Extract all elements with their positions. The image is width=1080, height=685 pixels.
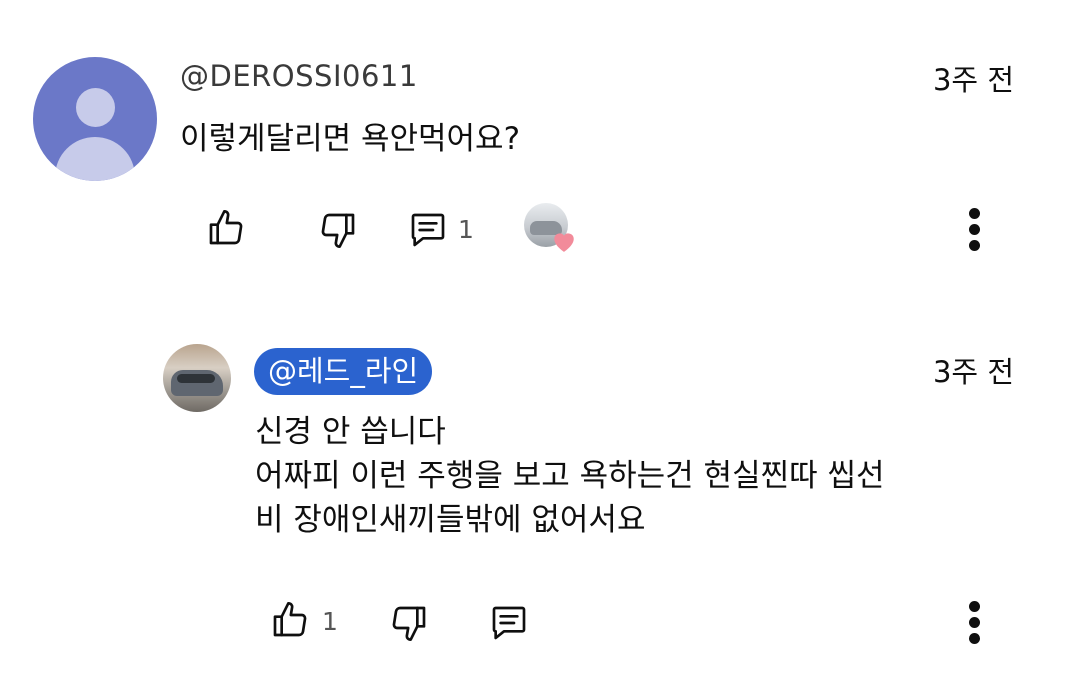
like-count: 1 <box>322 607 338 636</box>
avatar-head-shape <box>76 88 115 127</box>
comment-timestamp: 3주 전 <box>932 63 1014 97</box>
more-options-icon[interactable] <box>969 208 981 256</box>
reply-text-line: 신경 안 씁니다 <box>255 414 446 450</box>
more-options-icon[interactable] <box>969 601 981 649</box>
car-windshield <box>177 374 215 383</box>
reply-author-avatar[interactable] <box>163 344 231 412</box>
thumbs-up-icon[interactable] <box>270 600 310 640</box>
comment-author-handle[interactable]: @DEROSSI0611 <box>180 58 418 94</box>
avatar-body-shape <box>55 137 135 181</box>
reply-text: 신경 안 씁니다 어짜피 이런 주행을 보고 욕하는건 현실찐따 씹선 비 장애… <box>255 410 885 542</box>
comment-icon[interactable] <box>407 210 449 250</box>
reply-text-line: 어짜피 이런 주행을 보고 욕하는건 현실찐따 씹선 <box>255 458 885 494</box>
thumbs-up-icon[interactable] <box>206 208 246 248</box>
thumbs-down-icon[interactable] <box>389 603 429 643</box>
comment-text: 이렇게달리면 욕안먹어요? <box>180 121 521 157</box>
thumbs-down-icon[interactable] <box>318 210 358 250</box>
heart-icon <box>551 229 577 257</box>
reply-timestamp: 3주 전 <box>932 355 1014 389</box>
comment-icon[interactable] <box>488 603 530 643</box>
author-avatar[interactable] <box>33 57 157 181</box>
reply-count[interactable]: 1 <box>458 215 474 245</box>
reply-author-badge[interactable]: @레드_라인 <box>254 348 433 395</box>
reply-text-line: 비 장애인새끼들밖에 없어서요 <box>255 502 646 538</box>
